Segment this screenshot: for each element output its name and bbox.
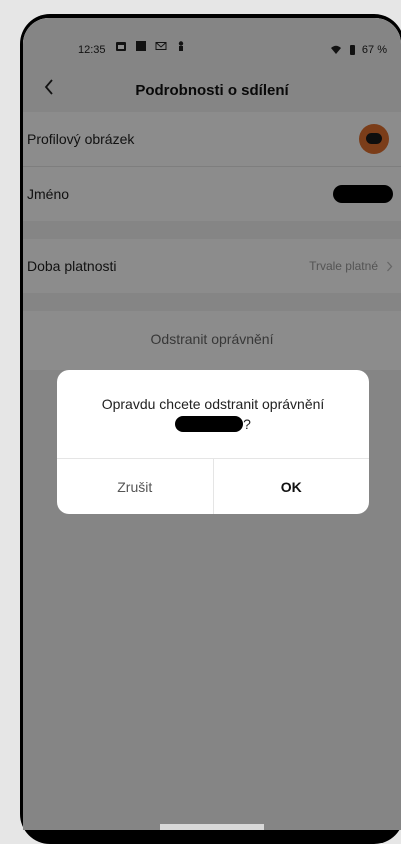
screen: 12:35 67 % Podrobnosti o sdílení Profilo… <box>23 18 401 830</box>
ok-button[interactable]: OK <box>214 459 370 514</box>
dialog-question-mark: ? <box>243 416 251 432</box>
confirm-dialog: Opravdu chcete odstranit oprávnění ? Zru… <box>57 370 369 514</box>
redacted-subject <box>175 416 244 432</box>
cancel-button[interactable]: Zrušit <box>57 459 214 514</box>
dialog-message-text: Opravdu chcete odstranit oprávnění <box>101 396 325 412</box>
dialog-subject: ? <box>175 416 251 432</box>
home-indicator[interactable] <box>160 824 264 830</box>
dialog-buttons: Zrušit OK <box>57 458 369 514</box>
dialog-message: Opravdu chcete odstranit oprávnění ? <box>57 370 369 458</box>
